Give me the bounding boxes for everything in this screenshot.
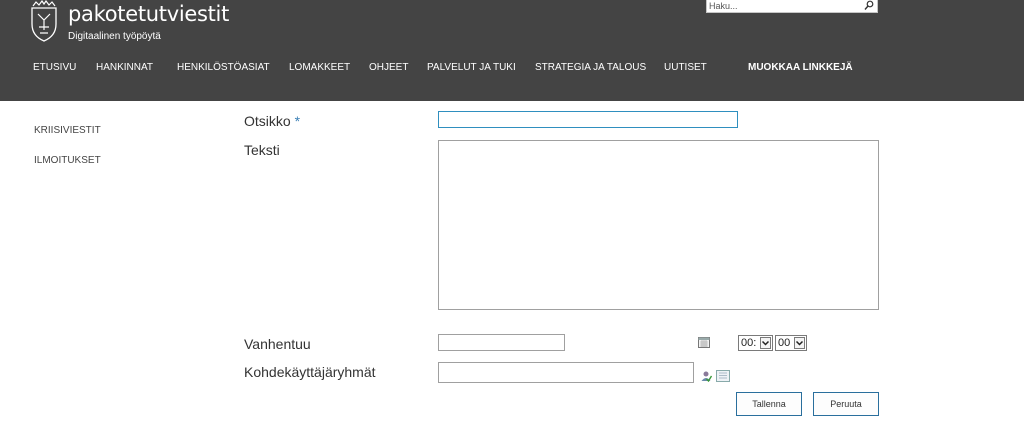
text-field-label: Teksti — [244, 142, 280, 158]
hour-select-value: 00: — [741, 337, 757, 349]
target-groups-field-label: Kohdekäyttäjäryhmät — [244, 364, 376, 380]
nav-item-ohjeet[interactable]: OHJEET — [369, 62, 408, 73]
site-title[interactable]: pakotetutviestit — [68, 2, 229, 26]
expires-field-label: Vanhentuu — [244, 336, 311, 352]
edit-links-button[interactable]: MUOKKAA LINKKEJÄ — [748, 62, 853, 73]
nav-item-hankinnat[interactable]: HANKINNAT — [96, 62, 153, 73]
nav-item-lomakkeet[interactable]: LOMAKKEET — [289, 62, 350, 73]
minute-select-value: 00 — [778, 337, 791, 349]
title-input[interactable] — [438, 111, 738, 128]
chevron-down-icon — [760, 337, 771, 349]
nav-item-strategia-ja-talous[interactable]: STRATEGIA JA TALOUS — [535, 62, 646, 73]
search-icon[interactable] — [864, 0, 874, 11]
title-field-label: Otsikko * — [244, 113, 300, 129]
check-names-icon[interactable] — [700, 370, 712, 382]
nav-item-etusivu[interactable]: ETUSIVU — [33, 62, 76, 73]
search-box — [706, 0, 878, 13]
minute-select[interactable]: 00 — [775, 335, 807, 351]
nav-item-palvelut-ja-tuki[interactable]: PALVELUT JA TUKI — [427, 62, 516, 73]
save-button[interactable]: Tallenna — [736, 392, 802, 416]
hour-select[interactable]: 00: — [738, 335, 773, 351]
site-header: pakotetutviestit Digitaalinen työpöytä E… — [0, 0, 1024, 101]
expires-date-input[interactable] — [438, 334, 565, 351]
nav-item-henkilostoasiat[interactable]: HENKILÖSTÖASIAT — [177, 62, 270, 73]
title-label-text: Otsikko — [244, 113, 291, 129]
site-subtitle: Digitaalinen työpöytä — [68, 31, 161, 42]
address-book-icon[interactable] — [716, 370, 730, 382]
cancel-button[interactable]: Peruuta — [813, 392, 879, 416]
quicklaunch-item-kriisiviestit[interactable]: KRIISIVIESTIT — [34, 125, 101, 136]
chevron-down-icon — [794, 337, 805, 349]
search-input[interactable] — [709, 0, 859, 11]
nav-item-uutiset[interactable]: UUTISET — [664, 62, 707, 73]
quicklaunch-item-ilmoitukset[interactable]: ILMOITUKSET — [34, 155, 101, 166]
calendar-icon[interactable] — [698, 337, 710, 348]
coat-of-arms-logo[interactable] — [29, 0, 59, 42]
text-area[interactable] — [438, 140, 879, 310]
required-marker: * — [294, 113, 301, 129]
target-groups-input[interactable] — [438, 362, 694, 383]
